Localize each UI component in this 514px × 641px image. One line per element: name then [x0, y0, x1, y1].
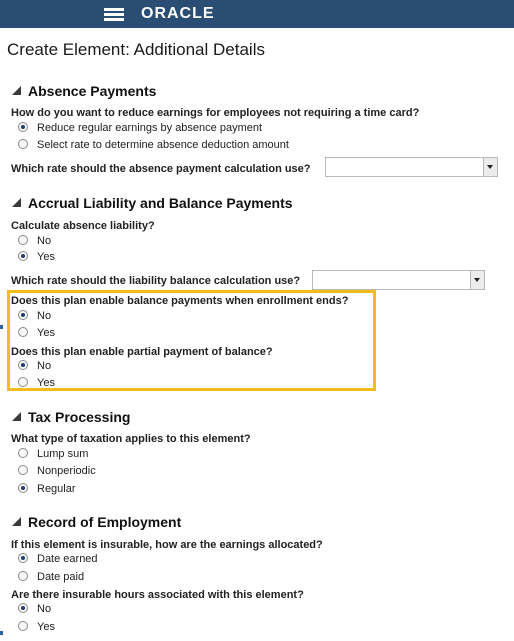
- section-title: Absence Payments: [28, 83, 157, 99]
- section-record-of-employment-header[interactable]: Record of Employment: [12, 514, 181, 532]
- radio-checked-icon: [18, 483, 28, 493]
- radio-nonperiodic[interactable]: Nonperiodic: [18, 465, 96, 479]
- radio-label: No: [37, 603, 52, 615]
- chevron-down-icon[interactable]: [483, 158, 497, 176]
- radio-label: No: [37, 310, 52, 322]
- radio-date-paid[interactable]: Date paid: [18, 571, 84, 585]
- page-title: Create Element: Additional Details: [7, 40, 265, 59]
- radio-balance-no[interactable]: No: [18, 310, 51, 324]
- radio-unchecked-icon: [18, 571, 28, 581]
- question-liability-rate: Which rate should the liability balance …: [11, 275, 301, 287]
- radio-unchecked-icon: [18, 465, 28, 475]
- radio-label: Nonperiodic: [37, 465, 96, 477]
- radio-unchecked-icon: [18, 448, 28, 458]
- radio-label: Select rate to determine absence deducti…: [37, 139, 289, 151]
- radio-label: Regular: [37, 483, 76, 495]
- top-bar: ORACLE: [0, 0, 514, 28]
- radio-unchecked-icon: [18, 377, 28, 387]
- radio-unchecked-icon: [18, 621, 28, 631]
- radio-unchecked-icon: [18, 139, 28, 149]
- radio-lump-sum[interactable]: Lump sum: [18, 448, 88, 462]
- question-insurable-hours: Are there insurable hours associated wit…: [11, 589, 304, 601]
- radio-label: Yes: [37, 621, 55, 633]
- collapse-triangle-icon: [12, 86, 21, 95]
- question-calculate-liability: Calculate absence liability?: [11, 220, 155, 232]
- radio-checked-icon: [18, 310, 28, 320]
- radio-checked-icon: [18, 553, 28, 563]
- question-balance-payments: Does this plan enable balance payments w…: [11, 295, 349, 307]
- radio-insurable-yes[interactable]: Yes: [18, 621, 55, 635]
- radio-liability-yes[interactable]: Yes: [18, 251, 55, 265]
- radio-label: Yes: [37, 251, 55, 263]
- radio-label: No: [37, 235, 52, 247]
- radio-checked-icon: [18, 122, 28, 132]
- radio-partial-yes[interactable]: Yes: [18, 377, 55, 391]
- radio-liability-no[interactable]: No: [18, 235, 51, 249]
- radio-checked-icon: [18, 603, 28, 613]
- radio-reduce-regular-earnings[interactable]: Reduce regular earnings by absence payme…: [18, 122, 262, 136]
- radio-regular[interactable]: Regular: [18, 483, 76, 497]
- collapse-triangle-icon: [12, 412, 21, 421]
- section-accrual-liability-header[interactable]: Accrual Liability and Balance Payments: [12, 195, 293, 213]
- radio-date-earned[interactable]: Date earned: [18, 553, 98, 567]
- radio-balance-yes[interactable]: Yes: [18, 327, 55, 341]
- radio-unchecked-icon: [18, 327, 28, 337]
- edge-marker: [0, 325, 3, 329]
- hamburger-menu-icon[interactable]: [104, 8, 124, 21]
- radio-label: Yes: [37, 377, 55, 389]
- radio-label: Reduce regular earnings by absence payme…: [37, 122, 263, 134]
- edge-marker: [0, 631, 3, 635]
- radio-insurable-no[interactable]: No: [18, 603, 51, 617]
- question-earnings-allocated: If this element is insurable, how are th…: [11, 539, 323, 551]
- radio-unchecked-icon: [18, 235, 28, 245]
- section-tax-processing-header[interactable]: Tax Processing: [12, 409, 130, 427]
- collapse-triangle-icon: [12, 198, 21, 207]
- collapse-triangle-icon: [12, 517, 21, 526]
- radio-checked-icon: [18, 360, 28, 370]
- question-absence-rate: Which rate should the absence payment ca…: [11, 163, 311, 175]
- radio-label: Date paid: [37, 571, 85, 583]
- radio-select-rate[interactable]: Select rate to determine absence deducti…: [18, 139, 289, 153]
- radio-partial-no[interactable]: No: [18, 360, 51, 374]
- section-title: Tax Processing: [28, 409, 131, 425]
- section-title: Record of Employment: [28, 514, 182, 530]
- radio-label: Lump sum: [37, 448, 89, 460]
- oracle-logo: ORACLE: [141, 5, 215, 22]
- question-partial-payment: Does this plan enable partial payment of…: [11, 346, 273, 358]
- radio-label: No: [37, 360, 52, 372]
- absence-rate-select[interactable]: [325, 157, 498, 177]
- question-reduce-earnings: How do you want to reduce earnings for e…: [11, 107, 420, 119]
- radio-label: Yes: [37, 327, 55, 339]
- chevron-down-icon[interactable]: [470, 271, 484, 289]
- section-absence-payments-header[interactable]: Absence Payments: [12, 83, 156, 101]
- question-taxation-type: What type of taxation applies to this el…: [11, 433, 251, 445]
- section-title: Accrual Liability and Balance Payments: [28, 195, 293, 211]
- radio-label: Date earned: [37, 553, 98, 565]
- liability-rate-select[interactable]: [312, 270, 485, 290]
- radio-checked-icon: [18, 251, 28, 261]
